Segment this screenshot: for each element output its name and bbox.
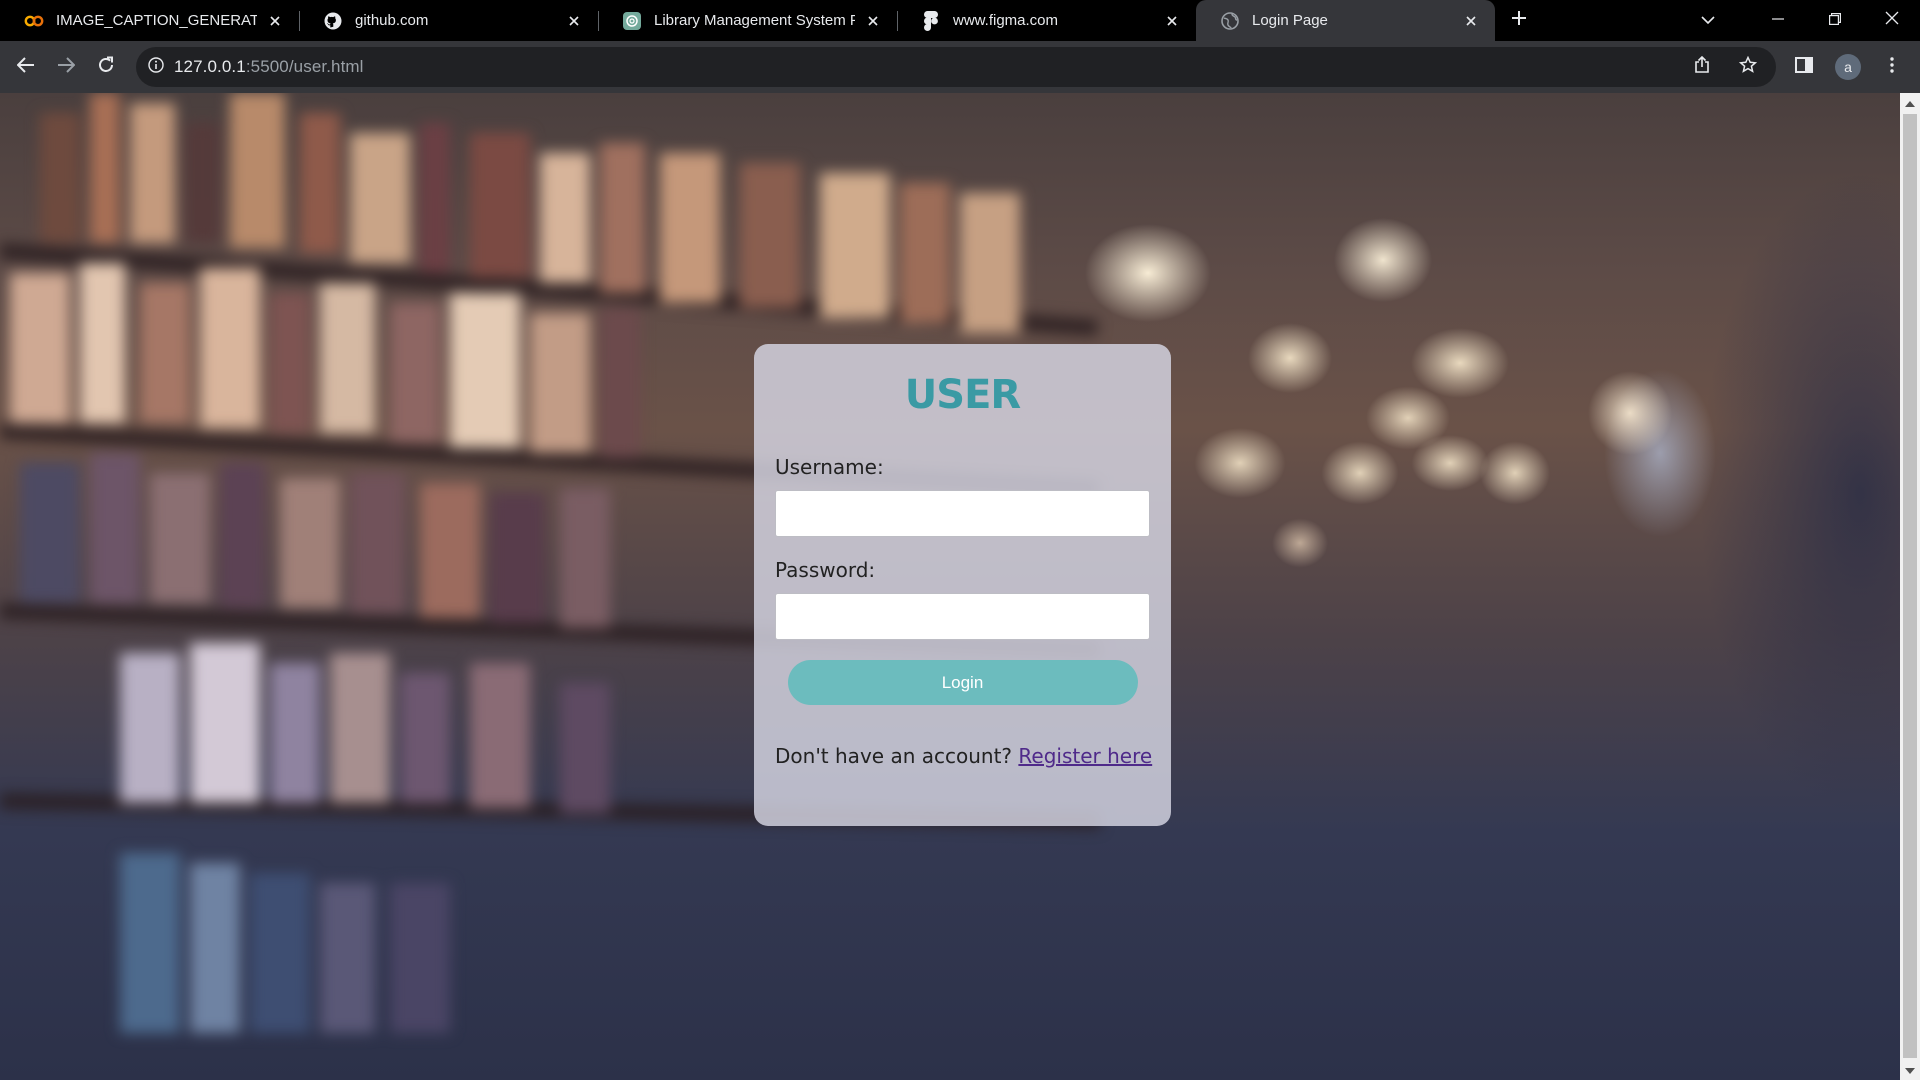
triangle-down-icon [1905, 1061, 1915, 1079]
tab-colab[interactable]: IMAGE_CAPTION_GENERATOR.ip [0, 0, 299, 41]
tab-title: Login Page [1252, 12, 1328, 29]
chatgpt-icon [622, 11, 642, 31]
restore-icon [1828, 12, 1841, 30]
url-host: 127.0.0.1 [174, 57, 246, 76]
browser-toolbar: 127.0.0.1:5500/user.html a [0, 41, 1920, 93]
close-icon[interactable] [564, 11, 584, 31]
arrow-left-icon [16, 56, 35, 78]
profile-button[interactable]: a [1828, 47, 1868, 87]
close-icon[interactable] [265, 11, 285, 31]
restore-button[interactable] [1806, 0, 1863, 41]
password-input[interactable] [775, 593, 1150, 640]
reload-icon [97, 56, 115, 79]
tab-title: www.figma.com [953, 12, 1059, 29]
plus-icon [1511, 10, 1527, 31]
tab-strip: IMAGE_CAPTION_GENERATOR.ip github.com Li… [0, 0, 1920, 41]
scroll-thumb[interactable] [1903, 114, 1917, 1058]
page-scrollbar[interactable] [1900, 93, 1920, 1080]
tab-search-button[interactable] [1688, 0, 1728, 41]
reload-button[interactable] [86, 47, 126, 87]
tab-figma[interactable]: www.figma.com [897, 0, 1196, 41]
close-icon [1885, 11, 1899, 30]
more-vert-icon [1890, 56, 1894, 78]
menu-button[interactable] [1872, 47, 1912, 87]
share-button[interactable] [1682, 47, 1722, 87]
forward-button[interactable] [46, 47, 86, 87]
side-panel-button[interactable] [1784, 47, 1824, 87]
colab-icon [24, 11, 44, 31]
close-icon[interactable] [863, 11, 883, 31]
page-title: USER [904, 372, 1021, 418]
login-button[interactable]: Login [787, 660, 1138, 705]
window-controls [1749, 0, 1920, 41]
tab-title: github.com [355, 12, 429, 29]
omnibox-actions [1682, 47, 1768, 87]
username-input[interactable] [775, 490, 1150, 537]
bookmark-button[interactable] [1728, 47, 1768, 87]
star-icon [1738, 55, 1758, 79]
tab-github[interactable]: github.com [299, 0, 598, 41]
globe-icon [1220, 11, 1240, 31]
info-icon[interactable] [148, 56, 164, 78]
url-path: :5500/user.html [245, 57, 364, 76]
address-bar[interactable]: 127.0.0.1:5500/user.html [136, 47, 1776, 87]
page-viewport: USER Username: Password: Login Don't hav… [0, 93, 1920, 1080]
tab-login-page[interactable]: Login Page [1196, 0, 1495, 41]
tab-title: Library Management System Pur [654, 12, 855, 29]
register-link[interactable]: Register here [1018, 744, 1152, 768]
chevron-down-icon [1701, 12, 1715, 30]
scroll-down-button[interactable] [1900, 1060, 1920, 1080]
side-panel-icon [1795, 56, 1813, 78]
share-icon [1693, 55, 1711, 79]
close-window-button[interactable] [1863, 0, 1920, 41]
minimize-button[interactable] [1749, 0, 1806, 41]
toolbar-right: a [1784, 47, 1912, 87]
back-button[interactable] [6, 47, 46, 87]
register-prompt-text: Don't have an account? [775, 744, 1013, 768]
avatar: a [1835, 54, 1861, 80]
figma-icon [921, 10, 941, 31]
password-label: Password: [775, 558, 876, 582]
register-prompt: Don't have an account? Register here [775, 744, 1152, 768]
minimize-icon [1771, 12, 1784, 30]
github-icon [323, 11, 343, 31]
tab-chatgpt[interactable]: Library Management System Pur [598, 0, 897, 41]
close-icon[interactable] [1162, 11, 1182, 31]
triangle-up-icon [1905, 94, 1915, 112]
username-label: Username: [775, 455, 884, 479]
new-tab-button[interactable] [1499, 0, 1539, 41]
url-text: 127.0.0.1:5500/user.html [174, 57, 364, 77]
tab-title: IMAGE_CAPTION_GENERATOR.ip [56, 12, 257, 29]
close-icon[interactable] [1461, 11, 1481, 31]
login-card: USER Username: Password: Login Don't hav… [754, 344, 1171, 826]
scroll-up-button[interactable] [1900, 93, 1920, 113]
arrow-right-icon [57, 56, 76, 78]
